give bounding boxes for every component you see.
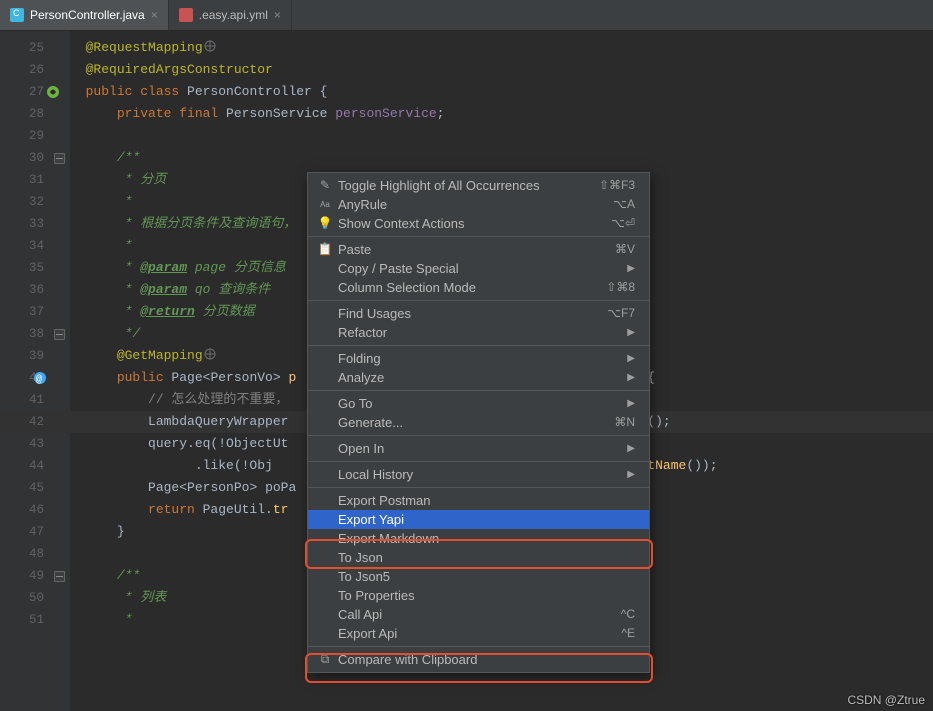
menu-copy-paste-special[interactable]: Copy / Paste Special▶ — [308, 259, 649, 278]
pencil-icon: ✎ — [316, 176, 334, 195]
menu-separator — [308, 461, 649, 462]
menu-export-postman[interactable]: Export Postman — [308, 491, 649, 510]
context-menu[interactable]: ✎Toggle Highlight of All Occurrences⇧⌘F3… — [307, 172, 650, 673]
menu-compare-clipboard[interactable]: ⧉Compare with Clipboard — [308, 650, 649, 669]
submenu-arrow-icon: ▶ — [627, 349, 635, 368]
menu-paste[interactable]: 📋Paste⌘V — [308, 240, 649, 259]
menu-local-history[interactable]: Local History▶ — [308, 465, 649, 484]
menu-refactor[interactable]: Refactor▶ — [308, 323, 649, 342]
fold-toggle-icon[interactable] — [54, 329, 65, 340]
java-file-icon — [10, 8, 24, 22]
anyrule-icon: Aa — [316, 195, 334, 214]
watermark: CSDN @Ztrue — [847, 693, 925, 711]
submenu-arrow-icon: ▶ — [627, 323, 635, 342]
menu-to-json[interactable]: To Json — [308, 548, 649, 567]
menu-to-properties[interactable]: To Properties — [308, 586, 649, 605]
submenu-arrow-icon: ▶ — [627, 439, 635, 458]
submenu-arrow-icon: ▶ — [627, 394, 635, 413]
submenu-arrow-icon: ▶ — [627, 368, 635, 387]
menu-separator — [308, 646, 649, 647]
editor-tabs: PersonController.java × .easy.api.yml × — [0, 0, 933, 31]
yml-file-icon — [179, 8, 193, 22]
svg-text:@: @ — [36, 374, 42, 386]
menu-separator — [308, 435, 649, 436]
tab-easy-api-yml[interactable]: .easy.api.yml × — [169, 0, 292, 30]
menu-folding[interactable]: Folding▶ — [308, 349, 649, 368]
menu-separator — [308, 390, 649, 391]
submenu-arrow-icon: ▶ — [627, 465, 635, 484]
fold-toggle-icon[interactable] — [54, 153, 65, 164]
menu-column-selection[interactable]: Column Selection Mode⇧⌘8 — [308, 278, 649, 297]
menu-separator — [308, 300, 649, 301]
menu-separator — [308, 487, 649, 488]
menu-export-markdown[interactable]: Export Markdown — [308, 529, 649, 548]
spring-bean-gutter-icon[interactable] — [45, 84, 61, 100]
menu-anyrule[interactable]: AaAnyRule⌥A — [308, 195, 649, 214]
menu-to-json5[interactable]: To Json5 — [308, 567, 649, 586]
tab-label: PersonController.java — [30, 8, 145, 22]
close-tab-icon[interactable]: × — [274, 8, 281, 22]
tab-person-controller[interactable]: PersonController.java × — [0, 0, 169, 30]
close-tab-icon[interactable]: × — [151, 8, 158, 22]
menu-export-yapi[interactable]: Export Yapi — [308, 510, 649, 529]
tab-label: .easy.api.yml — [199, 8, 268, 22]
diff-icon: ⧉ — [316, 650, 334, 669]
menu-generate[interactable]: Generate...⌘N — [308, 413, 649, 432]
menu-find-usages[interactable]: Find Usages⌥F7 — [308, 304, 649, 323]
clipboard-icon: 📋 — [316, 240, 334, 259]
endpoint-gutter-icon[interactable]: @ — [32, 370, 48, 386]
fold-toggle-icon[interactable] — [54, 571, 65, 582]
bulb-icon: 💡 — [316, 214, 334, 233]
web-mapping-icon — [203, 39, 217, 53]
menu-export-api[interactable]: Export Api^E — [308, 624, 649, 643]
menu-call-api[interactable]: Call Api^C — [308, 605, 649, 624]
menu-analyze[interactable]: Analyze▶ — [308, 368, 649, 387]
submenu-arrow-icon: ▶ — [627, 259, 635, 278]
menu-separator — [308, 345, 649, 346]
web-mapping-icon — [203, 347, 217, 361]
menu-separator — [308, 236, 649, 237]
menu-go-to[interactable]: Go To▶ — [308, 394, 649, 413]
line-gutter: 25 26 27 28 29 30 31 32 33 34 35 36 37 3… — [0, 31, 70, 711]
menu-show-context-actions[interactable]: 💡Show Context Actions⌥⏎ — [308, 214, 649, 233]
menu-toggle-highlight[interactable]: ✎Toggle Highlight of All Occurrences⇧⌘F3 — [308, 176, 649, 195]
menu-open-in[interactable]: Open In▶ — [308, 439, 649, 458]
